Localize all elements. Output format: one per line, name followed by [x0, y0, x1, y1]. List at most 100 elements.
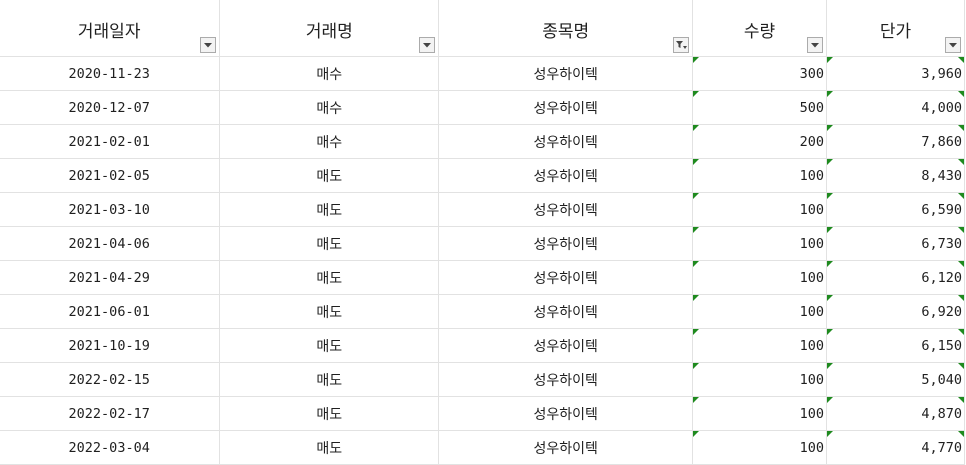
filter-dropdown-button[interactable] — [945, 37, 961, 53]
filter-dropdown-button[interactable] — [807, 37, 824, 53]
green-triangle-icon — [693, 295, 700, 301]
spreadsheet-grid: 거래일자 거래명 종목명 수량 단가 2020-11-23 매수 성우하이텍 300 3,960… — [0, 0, 966, 465]
cell-price[interactable]: 6,590 — [826, 192, 965, 227]
cell-name[interactable]: 성우하이텍 — [438, 294, 694, 329]
cell-qty[interactable]: 300 — [692, 56, 828, 91]
cell-price[interactable]: 4,000 — [826, 90, 965, 125]
green-triangle-icon — [827, 91, 834, 97]
cell-type[interactable]: 매도 — [219, 192, 440, 227]
filter-active-button[interactable] — [673, 37, 690, 53]
cell-price[interactable]: 3,960 — [826, 56, 965, 91]
cell-price[interactable]: 6,920 — [826, 294, 965, 329]
cell-date[interactable]: 2022-02-17 — [0, 396, 221, 431]
column-header-label: 거래일자 — [77, 22, 141, 42]
cell-qty[interactable]: 100 — [692, 396, 828, 431]
cell-type[interactable]: 매도 — [219, 430, 440, 465]
cell-qty[interactable]: 100 — [692, 226, 828, 261]
filter-dropdown-button[interactable] — [200, 37, 217, 53]
green-triangle-icon — [827, 431, 834, 437]
cell-date[interactable]: 2020-11-23 — [0, 56, 221, 91]
cell-type[interactable]: 매도 — [219, 260, 440, 295]
cell-type[interactable]: 매도 — [219, 328, 440, 363]
column-header-price[interactable]: 단가 — [826, 0, 965, 57]
cell-price[interactable]: 6,730 — [826, 226, 965, 261]
cell-date[interactable]: 2021-04-06 — [0, 226, 221, 261]
green-triangle-icon — [827, 363, 834, 369]
green-triangle-icon — [958, 397, 964, 403]
green-triangle-icon — [827, 397, 834, 403]
cell-date[interactable]: 2022-03-04 — [0, 430, 221, 465]
cell-name[interactable]: 성우하이텍 — [438, 226, 694, 261]
cell-price[interactable]: 7,860 — [826, 124, 965, 159]
cell-qty[interactable]: 100 — [692, 260, 828, 295]
table-row: 2020-11-23 매수 성우하이텍 300 3,960 — [0, 56, 965, 91]
cell-name[interactable]: 성우하이텍 — [438, 260, 694, 295]
cell-name[interactable]: 성우하이텍 — [438, 158, 694, 193]
cell-date[interactable]: 2021-06-01 — [0, 294, 221, 329]
cell-price[interactable]: 8,430 — [826, 158, 965, 193]
cell-name[interactable]: 성우하이텍 — [438, 192, 694, 227]
cell-qty[interactable]: 100 — [692, 430, 828, 465]
cell-qty[interactable]: 100 — [692, 192, 828, 227]
table-body: 2020-11-23 매수 성우하이텍 300 3,960 2020-12-07 매수 성우하… — [0, 56, 965, 465]
cell-type[interactable]: 매수 — [219, 90, 440, 125]
green-triangle-icon — [693, 397, 700, 403]
cell-date[interactable]: 2021-02-05 — [0, 158, 221, 193]
cell-qty[interactable]: 500 — [692, 90, 828, 125]
green-triangle-icon — [693, 193, 700, 199]
data-table: 거래일자 거래명 종목명 수량 단가 2020-11-23 매수 성우하이텍 300 3,960… — [0, 0, 965, 465]
table-row: 2022-02-17 매도 성우하이텍 100 4,870 — [0, 396, 965, 431]
cell-type[interactable]: 매도 — [219, 226, 440, 261]
cell-name[interactable]: 성우하이텍 — [438, 362, 694, 397]
cell-type[interactable]: 매수 — [219, 56, 440, 91]
cell-qty[interactable]: 200 — [692, 124, 828, 159]
green-triangle-icon — [827, 261, 834, 267]
table-row: 2021-04-06 매도 성우하이텍 100 6,730 — [0, 226, 965, 261]
cell-name[interactable]: 성우하이텍 — [438, 90, 694, 125]
green-triangle-icon — [958, 431, 964, 437]
dropdown-arrow-icon — [949, 42, 957, 48]
cell-name[interactable]: 성우하이텍 — [438, 124, 694, 159]
green-triangle-icon — [958, 329, 964, 335]
green-triangle-icon — [693, 363, 700, 369]
cell-date[interactable]: 2021-10-19 — [0, 328, 221, 363]
green-triangle-icon — [693, 261, 700, 267]
cell-type[interactable]: 매도 — [219, 294, 440, 329]
cell-date[interactable]: 2021-04-29 — [0, 260, 221, 295]
cell-price[interactable]: 6,120 — [826, 260, 965, 295]
cell-date[interactable]: 2022-02-15 — [0, 362, 221, 397]
green-triangle-icon — [958, 159, 964, 165]
column-header-type[interactable]: 거래명 — [219, 0, 440, 57]
cell-type[interactable]: 매수 — [219, 124, 440, 159]
cell-name[interactable]: 성우하이텍 — [438, 396, 694, 431]
cell-date[interactable]: 2020-12-07 — [0, 90, 221, 125]
cell-name[interactable]: 성우하이텍 — [438, 56, 694, 91]
table-row: 2020-12-07 매수 성우하이텍 500 4,000 — [0, 90, 965, 125]
column-header-date[interactable]: 거래일자 — [0, 0, 221, 57]
cell-type[interactable]: 매도 — [219, 362, 440, 397]
filter-dropdown-button[interactable] — [419, 37, 436, 53]
cell-type[interactable]: 매도 — [219, 158, 440, 193]
cell-qty[interactable]: 100 — [692, 158, 828, 193]
green-triangle-icon — [958, 91, 964, 97]
cell-price[interactable]: 5,040 — [826, 362, 965, 397]
cell-qty[interactable]: 100 — [692, 328, 828, 363]
cell-type[interactable]: 매도 — [219, 396, 440, 431]
cell-date[interactable]: 2021-03-10 — [0, 192, 221, 227]
column-header-name[interactable]: 종목명 — [438, 0, 694, 57]
cell-name[interactable]: 성우하이텍 — [438, 328, 694, 363]
green-triangle-icon — [693, 159, 700, 165]
cell-price[interactable]: 4,770 — [826, 430, 965, 465]
filter-funnel-icon — [675, 40, 687, 50]
dropdown-arrow-icon — [423, 42, 432, 48]
green-triangle-icon — [827, 159, 834, 165]
cell-name[interactable]: 성우하이텍 — [438, 430, 694, 465]
cell-price[interactable]: 6,150 — [826, 328, 965, 363]
dropdown-arrow-icon — [811, 42, 820, 48]
column-header-qty[interactable]: 수량 — [692, 0, 828, 57]
cell-qty[interactable]: 100 — [692, 294, 828, 329]
table-row: 2021-02-01 매수 성우하이텍 200 7,860 — [0, 124, 965, 159]
cell-date[interactable]: 2021-02-01 — [0, 124, 221, 159]
cell-qty[interactable]: 100 — [692, 362, 828, 397]
cell-price[interactable]: 4,870 — [826, 396, 965, 431]
